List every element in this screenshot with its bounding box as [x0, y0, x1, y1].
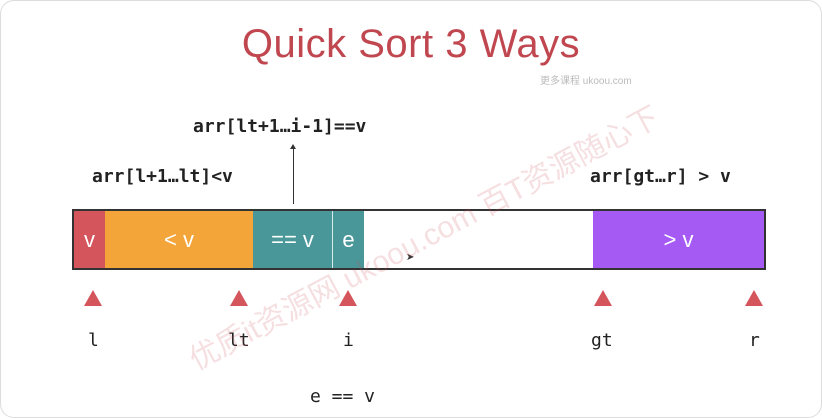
greater-segment: > v: [593, 211, 764, 268]
less-segment: < v: [105, 211, 253, 268]
page-title: Quick Sort 3 Ways: [241, 22, 581, 66]
index-l: l: [88, 330, 99, 351]
pivot-segment: v: [74, 211, 105, 268]
less-range-label: arr[l+1…lt]<v: [92, 166, 233, 187]
greater-range-label: arr[gt…r] > v: [590, 166, 731, 187]
condition-label: e == v: [310, 386, 376, 407]
equal-range-label: arr[lt+1…i-1]==v: [193, 116, 367, 137]
index-gt: gt: [591, 330, 613, 351]
gt-marker-icon: [594, 290, 612, 306]
equal-range-pointer-tip: [290, 144, 296, 149]
equal-range-pointer: [293, 148, 294, 204]
lt-marker-icon: [230, 290, 248, 306]
index-r: r: [749, 330, 760, 351]
watermark-small: 更多课程 ukoou.com: [540, 76, 632, 87]
l-marker-icon: [84, 290, 102, 306]
r-marker-icon: [745, 290, 763, 306]
index-i: i: [343, 330, 354, 351]
equal-segment: == v: [253, 211, 333, 268]
